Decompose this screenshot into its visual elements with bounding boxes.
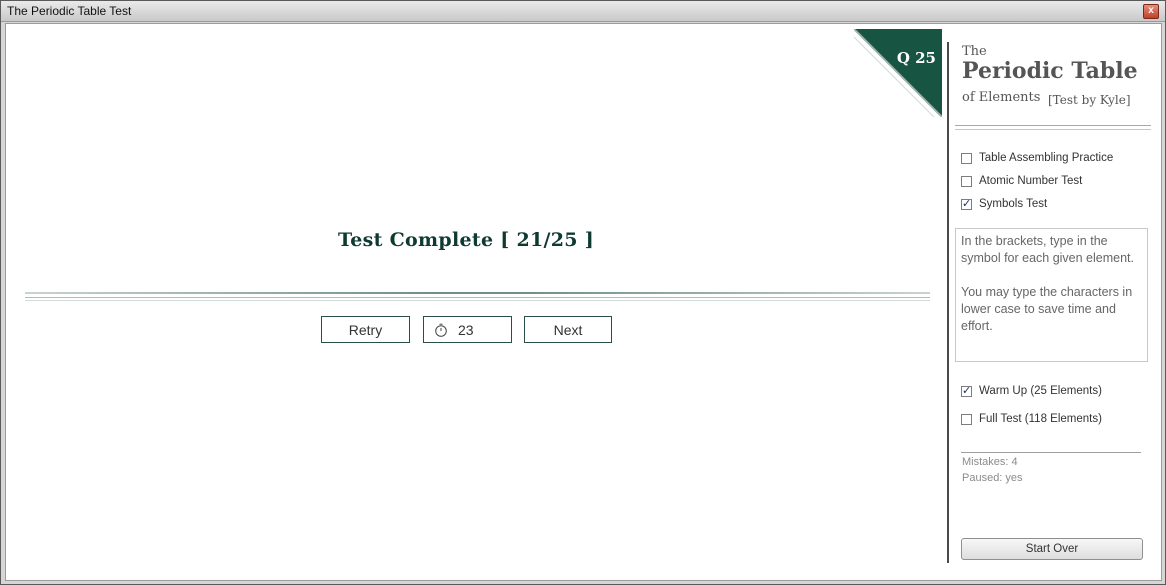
- divider: [25, 300, 930, 301]
- start-over-button[interactable]: Start Over: [961, 538, 1143, 560]
- brand-author: [Test by Kyle]: [1048, 93, 1131, 107]
- checkbox[interactable]: [961, 413, 972, 425]
- instructions-text: In the brackets, type in the symbol for …: [961, 234, 1135, 265]
- question-badge: Q 25: [854, 29, 942, 117]
- divider: [955, 129, 1151, 130]
- checkbox-label: Warm Up (25 Elements): [979, 385, 1102, 397]
- checkbox[interactable]: [961, 175, 972, 187]
- divider: [961, 452, 1141, 453]
- panel-separator: [947, 42, 949, 563]
- mistakes-count: Mistakes: 4: [962, 456, 1018, 468]
- brand-the: The: [962, 44, 987, 59]
- retry-button[interactable]: Retry: [321, 316, 410, 343]
- badge-triangle: [854, 29, 942, 117]
- app-window: The Periodic Table Test x Q 25 Test Comp…: [0, 0, 1166, 585]
- title-bar[interactable]: The Periodic Table Test x: [1, 1, 1165, 22]
- checkbox[interactable]: [961, 384, 972, 397]
- question-number: Q 25: [896, 49, 936, 67]
- checkbox[interactable]: [961, 152, 972, 164]
- timer-display: 23: [423, 316, 512, 343]
- paused-status: Paused: yes: [962, 472, 1023, 484]
- brand-subtitle: of Elements: [962, 90, 1041, 105]
- stopwatch-icon: [435, 323, 447, 337]
- mode-symbols[interactable]: Symbols Test: [961, 196, 1047, 212]
- divider: [25, 297, 930, 298]
- set-full-test[interactable]: Full Test (118 Elements): [961, 411, 1102, 427]
- result-heading: Test Complete [ 21/25 ]: [337, 229, 595, 251]
- mode-table-assembling[interactable]: Table Assembling Practice: [961, 150, 1113, 166]
- checkbox-label: Table Assembling Practice: [979, 152, 1114, 164]
- main-panel: Q 25 Test Complete [ 21/25 ] Retry 23 Ne…: [5, 23, 1162, 581]
- checkbox-label: Atomic Number Test: [979, 175, 1083, 187]
- checkbox-label: Symbols Test: [979, 198, 1048, 210]
- brand-title: Periodic Table: [962, 58, 1138, 84]
- mode-atomic-number[interactable]: Atomic Number Test: [961, 173, 1082, 189]
- checkbox-label: Full Test (118 Elements): [979, 413, 1102, 425]
- window-title: The Periodic Table Test: [7, 4, 132, 18]
- set-warm-up[interactable]: Warm Up (25 Elements): [961, 383, 1102, 399]
- divider: [25, 292, 930, 294]
- divider: [955, 125, 1151, 126]
- instructions-text: You may type the characters in lower cas…: [961, 285, 1133, 333]
- instructions-box: In the brackets, type in the symbol for …: [955, 228, 1148, 362]
- checkbox[interactable]: [961, 197, 972, 210]
- timer-value: 23: [458, 321, 474, 338]
- close-button[interactable]: x: [1143, 4, 1159, 19]
- next-button[interactable]: Next: [524, 316, 612, 343]
